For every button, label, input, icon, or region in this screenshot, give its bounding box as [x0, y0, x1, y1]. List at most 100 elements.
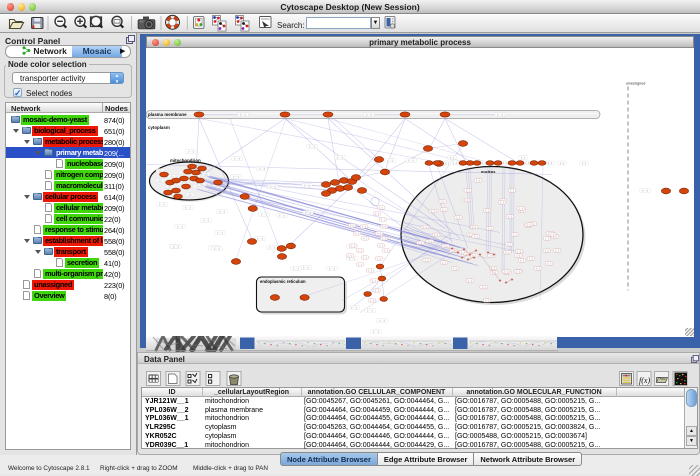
- svg-text:(·): (·): [189, 192, 192, 196]
- svg-text:(··): (··): [472, 225, 476, 229]
- svg-text:(··): (··): [547, 261, 551, 265]
- svg-text:nucleus: nucleus: [481, 170, 495, 174]
- svg-text:(··): (··): [519, 206, 523, 210]
- svg-text:mitochondrion: mitochondrion: [170, 158, 201, 163]
- svg-text:(····): (····): [234, 156, 239, 160]
- svg-text:(····): (····): [203, 218, 208, 222]
- svg-text:(··): (··): [476, 178, 480, 182]
- svg-text:(····): (····): [269, 245, 274, 249]
- svg-text:(··): (··): [351, 243, 355, 247]
- svg-text:(··): (··): [488, 226, 492, 230]
- svg-text:(··): (··): [550, 232, 554, 236]
- svg-text:(····): (····): [214, 246, 219, 250]
- svg-text:(····): (····): [337, 155, 342, 159]
- svg-text:(····): (····): [309, 144, 314, 148]
- svg-text:(··): (··): [377, 231, 381, 235]
- svg-text:(··): (··): [517, 249, 521, 253]
- svg-text:(··): (··): [457, 215, 461, 219]
- svg-text:(··): (··): [510, 188, 514, 192]
- svg-text:(····): (····): [305, 210, 310, 214]
- svg-text:(··): (··): [516, 269, 520, 273]
- svg-text:(····): (····): [304, 183, 309, 187]
- svg-text:(··): (··): [536, 266, 540, 270]
- svg-text:(··): (··): [434, 233, 438, 237]
- svg-text:(··): (··): [355, 231, 359, 235]
- svg-text:(·): (·): [191, 184, 194, 188]
- svg-text:(··): (··): [382, 236, 386, 240]
- svg-text:(··): (··): [485, 208, 489, 212]
- svg-text:(··): (··): [377, 256, 381, 260]
- svg-text:(····): (····): [270, 184, 275, 188]
- svg-text:(··): (··): [348, 253, 352, 257]
- svg-text:(··): (··): [431, 209, 435, 213]
- svg-text:(····): (····): [159, 202, 164, 206]
- svg-text:(··): (··): [372, 278, 376, 282]
- svg-text:(··): (··): [482, 285, 486, 289]
- svg-text:(··): (··): [508, 214, 512, 218]
- svg-text:(··): (··): [384, 248, 388, 252]
- svg-text:(····): (····): [351, 305, 356, 309]
- svg-text:(··): (··): [375, 288, 379, 292]
- svg-text:(··): (··): [445, 161, 449, 165]
- svg-text:(··): (··): [423, 225, 427, 229]
- svg-text:(··): (··): [525, 161, 529, 165]
- svg-text:(····): (····): [387, 158, 392, 162]
- svg-text:(··): (··): [545, 248, 549, 252]
- svg-text:(····): (····): [379, 318, 384, 322]
- svg-text:(··): (··): [507, 242, 511, 246]
- svg-text:(··): (··): [350, 223, 354, 227]
- svg-text:(··): (··): [363, 236, 367, 240]
- svg-text:(··): (··): [441, 199, 445, 203]
- svg-text:(····): (····): [366, 112, 371, 116]
- svg-text:(··): (··): [555, 248, 559, 252]
- svg-text:(··): (··): [379, 243, 383, 247]
- svg-text:(·): (·): [171, 174, 174, 178]
- svg-text:(··): (··): [548, 161, 552, 165]
- svg-text:(····): (····): [497, 112, 502, 116]
- svg-text:(····): (····): [219, 209, 224, 213]
- svg-text:(··): (··): [425, 258, 429, 262]
- svg-text:(··): (··): [444, 244, 448, 248]
- svg-text:(··): (··): [442, 207, 446, 211]
- svg-text:(··): (··): [419, 240, 423, 244]
- svg-text:(·): (·): [205, 172, 208, 176]
- svg-text:(··): (··): [466, 188, 470, 192]
- svg-text:(····): (····): [408, 158, 413, 162]
- svg-text:plasma membrane: plasma membrane: [148, 112, 187, 117]
- svg-text:f(x): f(x): [639, 376, 650, 385]
- svg-text:(··): (··): [506, 250, 510, 254]
- svg-text:(··): (··): [500, 200, 504, 204]
- svg-text:(·): (·): [159, 178, 162, 182]
- svg-text:(····): (····): [293, 266, 298, 270]
- svg-text:(··): (··): [428, 239, 432, 243]
- svg-text:(··): (··): [375, 211, 379, 215]
- svg-text:(··): (··): [482, 161, 486, 165]
- svg-text:(··): (··): [504, 269, 508, 273]
- svg-text:(····): (····): [303, 265, 308, 269]
- svg-text:(··): (··): [503, 161, 507, 165]
- svg-text:(··): (··): [560, 161, 564, 165]
- svg-text:(··): (··): [485, 298, 489, 302]
- svg-text:(····): (····): [173, 244, 178, 248]
- svg-text:(··): (··): [513, 232, 517, 236]
- svg-text:(··): (··): [582, 161, 586, 165]
- svg-text:(··): (··): [453, 266, 457, 270]
- svg-text:(··): (··): [370, 298, 374, 302]
- svg-text:(··): (··): [358, 262, 362, 266]
- svg-text:(··): (··): [450, 155, 454, 159]
- svg-text:(····): (····): [279, 213, 284, 217]
- svg-text:(··): (··): [545, 236, 549, 240]
- svg-text:(····): (····): [259, 166, 264, 170]
- svg-text:(····): (····): [642, 188, 647, 192]
- svg-text:unassigned: unassigned: [626, 81, 645, 85]
- svg-text:endoplasmic reticulum: endoplasmic reticulum: [260, 279, 306, 284]
- svg-text:(··): (··): [464, 198, 468, 202]
- svg-text:(····): (····): [373, 329, 378, 333]
- svg-text:(····): (····): [240, 112, 245, 116]
- svg-text:(··): (··): [382, 224, 386, 228]
- svg-text:(····): (····): [261, 212, 266, 216]
- svg-text:(··): (··): [468, 278, 472, 282]
- svg-text:(····): (····): [367, 308, 372, 312]
- svg-text:(··): (··): [363, 255, 367, 259]
- svg-text:(··): (··): [474, 234, 478, 238]
